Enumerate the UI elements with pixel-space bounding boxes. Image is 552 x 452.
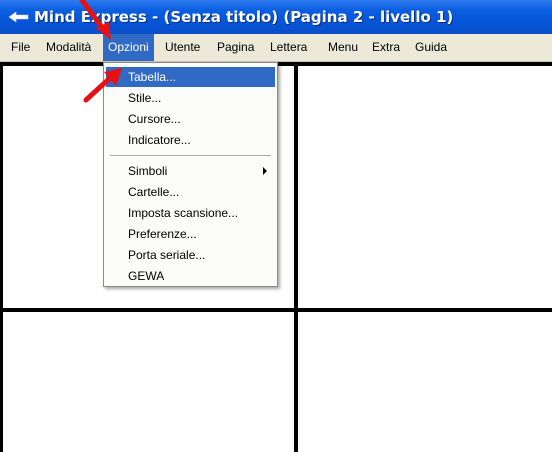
menu-separator xyxy=(110,155,271,157)
menu-utente[interactable]: Utente xyxy=(160,34,205,61)
red-arrow-tabella-icon xyxy=(83,68,122,103)
grid-cell-3[interactable] xyxy=(3,312,294,452)
menu-item-cursore[interactable]: Cursore... xyxy=(106,109,275,129)
menu-extra[interactable]: Extra xyxy=(367,34,405,61)
menu-item-cartelle[interactable]: Cartelle... xyxy=(106,182,275,202)
menu-item-imposta-scansione[interactable]: Imposta scansione... xyxy=(106,203,275,223)
menu-item-simboli-label: Simboli xyxy=(128,164,168,178)
grid-cell-4[interactable] xyxy=(298,312,552,452)
menu-item-porta-seriale[interactable]: Porta seriale... xyxy=(106,245,275,265)
menu-guida[interactable]: Guida xyxy=(410,34,452,61)
red-arrow-opzioni-icon xyxy=(79,0,111,40)
menu-lettera[interactable]: Lettera xyxy=(265,34,312,61)
menu-pagina[interactable]: Pagina xyxy=(212,34,259,61)
menu-item-simboli[interactable]: Simboli xyxy=(106,161,275,181)
submenu-arrow-icon xyxy=(263,167,267,175)
menu-item-tabella[interactable]: Tabella... xyxy=(106,67,275,87)
menu-item-gewa[interactable]: GEWA xyxy=(106,266,275,286)
menu-file[interactable]: File xyxy=(6,34,35,61)
app-icon xyxy=(8,11,29,23)
grid-cell-2[interactable] xyxy=(298,66,552,308)
menu-item-preferenze[interactable]: Preferenze... xyxy=(106,224,275,244)
menu-item-stile[interactable]: Stile... xyxy=(106,88,275,108)
menu-menu[interactable]: Menu xyxy=(323,34,363,61)
opzioni-dropdown-menu: Tabella... Stile... Cursore... Indicator… xyxy=(103,62,278,287)
menu-item-indicatore[interactable]: Indicatore... xyxy=(106,130,275,150)
